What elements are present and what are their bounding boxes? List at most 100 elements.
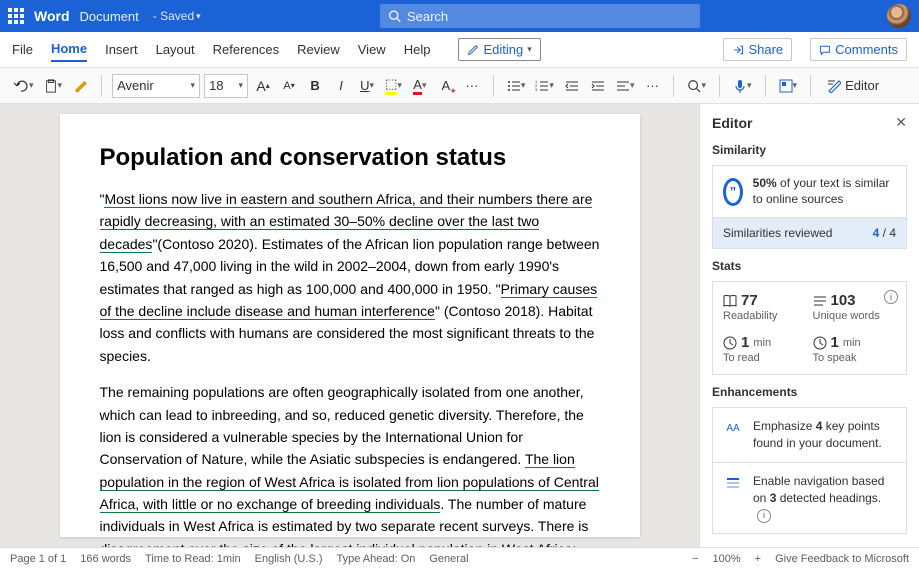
reviewed-label: Similarities reviewed [723, 226, 832, 240]
clock-icon [723, 336, 737, 350]
stats-card: i 77 Readability 103 Unique words 1min T… [712, 281, 907, 375]
tab-view[interactable]: View [358, 38, 386, 61]
underline-button[interactable]: U▾ [356, 73, 378, 99]
editor-button[interactable]: Editor [821, 73, 885, 99]
comment-icon [819, 44, 831, 56]
indent-icon [591, 79, 605, 93]
info-icon[interactable]: i [757, 509, 771, 523]
paragraph-2: The remaining populations are often geog… [100, 381, 600, 547]
editing-mode-button[interactable]: Editing▾ [458, 38, 540, 61]
font-color-button[interactable]: A▾ [409, 73, 431, 99]
zoom-level[interactable]: 100% [713, 553, 741, 565]
tab-insert[interactable]: Insert [105, 38, 138, 61]
numbering-button[interactable]: 123▾ [532, 73, 557, 99]
ribbon-tabs: File Home Insert Layout References Revie… [0, 32, 919, 68]
bullets-button[interactable]: ▾ [504, 73, 529, 99]
font-select[interactable]: Avenir▾ [112, 74, 200, 98]
status-type-ahead[interactable]: Type Ahead: On [336, 553, 415, 565]
tab-help[interactable]: Help [404, 38, 431, 61]
zoom-in-button[interactable]: + [751, 553, 765, 565]
tab-layout[interactable]: Layout [156, 38, 195, 61]
format-painter-button[interactable] [69, 73, 91, 99]
tab-home[interactable]: Home [51, 37, 87, 62]
save-status[interactable]: - Saved▾ [153, 9, 201, 23]
title-bar: Word Document - Saved▾ [0, 0, 919, 32]
search-icon [388, 9, 401, 23]
italic-button[interactable]: I [330, 73, 352, 99]
page-heading: Population and conservation status [100, 144, 600, 172]
similarity-card[interactable]: ” 50% of your text is similar to online … [712, 165, 907, 218]
similarity-section-title: Similarity [712, 143, 907, 157]
svg-text:3: 3 [535, 87, 538, 92]
more-font-button[interactable]: ··· [461, 73, 483, 99]
document-name[interactable]: Document [80, 9, 139, 24]
stats-section-title: Stats [712, 259, 907, 273]
app-launcher-icon[interactable] [8, 8, 24, 24]
tab-review[interactable]: Review [297, 38, 340, 61]
numbering-icon: 123 [535, 79, 549, 93]
pencil-icon [467, 44, 479, 56]
zoom-out-button[interactable]: − [688, 553, 702, 565]
decrease-indent-button[interactable] [561, 73, 583, 99]
align-left-icon [616, 79, 630, 93]
toolbar: ▾ ▾ Avenir▾ 18▾ A▴ A▾ B I U▾ ⬚▾ A▾ A✦ ··… [0, 68, 919, 104]
avatar[interactable] [887, 4, 911, 28]
book-icon [723, 294, 737, 308]
enhancement-emphasize[interactable]: AA Emphasize 4 key points found in your … [712, 407, 907, 463]
grow-font-button[interactable]: A▴ [252, 73, 274, 99]
designer-button[interactable]: ▾ [776, 73, 801, 99]
editor-pane: Editor ✕ Similarity ” 50% of your text i… [699, 104, 919, 547]
status-bar: Page 1 of 1 166 words Time to Read: 1min… [0, 547, 919, 569]
stat-to-read: 1min To read [723, 334, 807, 364]
enhancement-navigation[interactable]: Enable navigation based on 3 detected he… [712, 462, 907, 534]
status-page[interactable]: Page 1 of 1 [10, 553, 66, 565]
more-paragraph-button[interactable]: ··· [641, 73, 663, 99]
document-page[interactable]: Population and conservation status "Most… [60, 114, 640, 537]
highlight-button[interactable]: ⬚▾ [382, 73, 405, 99]
font-size-select[interactable]: 18▾ [204, 74, 248, 98]
comments-button[interactable]: Comments [810, 38, 907, 61]
bullets-icon [507, 79, 521, 93]
clipboard-icon [44, 78, 58, 94]
stat-to-speak: 1min To speak [813, 334, 897, 364]
status-language[interactable]: English (U.S.) [255, 553, 323, 565]
designer-icon [779, 79, 793, 93]
find-button[interactable]: ▾ [684, 73, 709, 99]
clock-icon [813, 336, 827, 350]
reviewed-count: 4 / 4 [873, 226, 896, 240]
bold-button[interactable]: B [304, 73, 326, 99]
search-input[interactable] [407, 9, 692, 24]
editor-icon [827, 79, 841, 93]
close-icon[interactable]: ✕ [895, 114, 907, 131]
list-icon [813, 294, 827, 308]
paste-button[interactable]: ▾ [41, 73, 66, 99]
editor-pane-title: Editor [712, 115, 752, 131]
mic-icon [733, 79, 747, 93]
share-icon [732, 44, 744, 56]
brush-icon [73, 79, 87, 93]
paragraph-1: "Most lions now live in eastern and sout… [100, 188, 600, 367]
app-name: Word [34, 8, 70, 24]
status-words[interactable]: 166 words [80, 553, 131, 565]
quote-circle-icon: ” [723, 178, 743, 206]
dictate-button[interactable]: ▾ [730, 73, 755, 99]
feedback-link[interactable]: Give Feedback to Microsoft [775, 553, 909, 565]
emphasize-icon: AA [723, 418, 743, 438]
tab-references[interactable]: References [213, 38, 279, 61]
navigation-icon [723, 473, 743, 493]
shrink-font-button[interactable]: A▾ [278, 73, 300, 99]
status-track[interactable]: General [429, 553, 468, 565]
document-canvas[interactable]: Population and conservation status "Most… [0, 104, 699, 547]
search-icon [687, 79, 701, 93]
outdent-icon [565, 79, 579, 93]
status-time-to-read[interactable]: Time to Read: 1min [145, 553, 241, 565]
similarities-reviewed-row[interactable]: Similarities reviewed 4 / 4 [712, 218, 907, 249]
share-button[interactable]: Share [723, 38, 792, 61]
tab-file[interactable]: File [12, 38, 33, 61]
increase-indent-button[interactable] [587, 73, 609, 99]
undo-icon [13, 78, 29, 94]
align-button[interactable]: ▾ [613, 73, 638, 99]
search-box[interactable] [380, 4, 700, 28]
undo-button[interactable]: ▾ [10, 73, 37, 99]
clear-format-button[interactable]: A✦ [435, 73, 457, 99]
